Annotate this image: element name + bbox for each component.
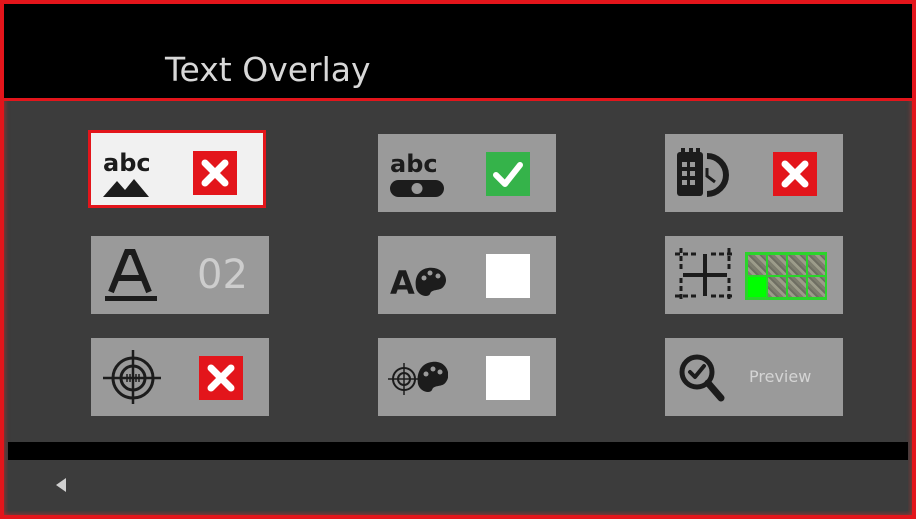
preview-label: Preview	[749, 367, 812, 386]
crosshair-overlay-tile[interactable]	[91, 338, 269, 416]
position-grid-icon	[675, 248, 735, 302]
font-size-icon	[105, 249, 157, 301]
text-toggle-tile[interactable]: abc	[378, 134, 556, 212]
calendar-clock-icon	[677, 148, 729, 197]
crosshair-icon	[103, 350, 161, 404]
font-size-tile[interactable]: 02	[91, 236, 269, 314]
divider-bar	[8, 442, 908, 460]
footer-bar	[8, 460, 908, 511]
header-bar: Text Overlay	[4, 4, 912, 101]
font-size-value: 02	[197, 252, 248, 298]
text-color-tile[interactable]: A	[378, 236, 556, 314]
date-time-overlay-tile[interactable]	[665, 134, 843, 212]
overlay-settings-screen: Text Overlay abc abc 02 A Preview	[0, 0, 916, 519]
magnify-check-icon	[679, 354, 725, 402]
abc-toggle-icon: abc	[390, 150, 444, 197]
crosshair-palette-icon	[388, 361, 448, 395]
white-color-swatch	[486, 254, 530, 298]
svg-text:abc: abc	[103, 149, 151, 177]
crosshair-color-tile[interactable]	[378, 338, 556, 416]
white-color-swatch	[486, 356, 530, 400]
grid-position-thumbnail	[745, 252, 827, 300]
disabled-x-icon	[193, 151, 237, 195]
abc-mountains-icon: abc	[103, 149, 151, 197]
preview-tile[interactable]: Preview	[665, 338, 843, 416]
back-arrow-icon[interactable]	[48, 470, 78, 500]
disabled-x-icon	[773, 152, 817, 196]
disabled-x-icon	[199, 356, 243, 400]
svg-text:abc: abc	[390, 150, 438, 178]
enabled-check-icon	[486, 152, 530, 196]
svg-text:A: A	[390, 264, 415, 302]
text-image-overlay-tile[interactable]: abc	[88, 130, 266, 208]
page-title: Text Overlay	[165, 50, 371, 89]
text-palette-icon: A	[390, 264, 447, 302]
position-grid-tile[interactable]	[665, 236, 843, 314]
